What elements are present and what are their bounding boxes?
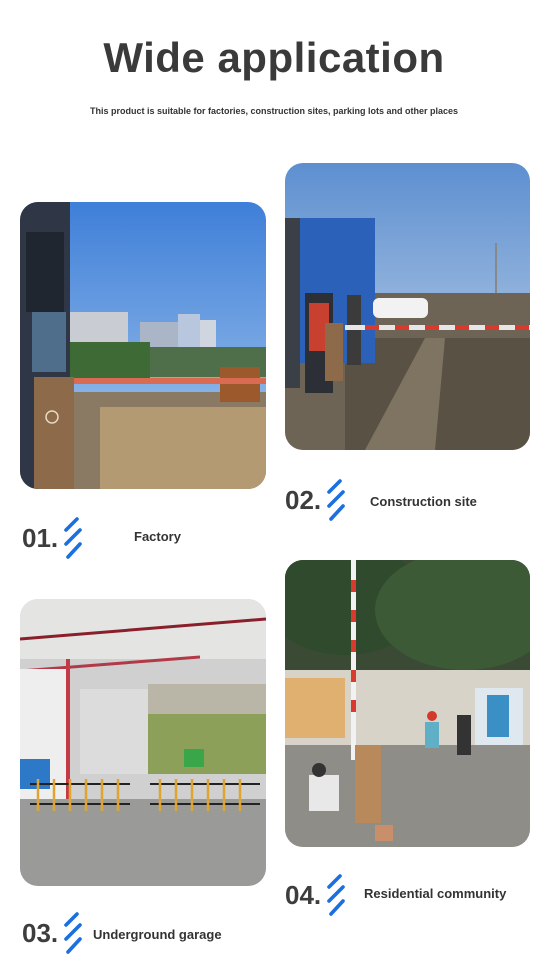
slash-stripes-icon bbox=[327, 479, 345, 521]
page-subtitle: This product is suitable for factories, … bbox=[89, 106, 459, 116]
item-label-construction: Construction site bbox=[370, 494, 477, 509]
item-number-03: 03. bbox=[22, 918, 59, 948]
slash-stripes-icon bbox=[64, 517, 82, 559]
factory-photo bbox=[20, 202, 266, 489]
construction-photo bbox=[285, 163, 530, 450]
item-label-garage: Underground garage bbox=[93, 927, 222, 942]
slash-stripes-icon bbox=[327, 874, 345, 916]
garage-photo bbox=[20, 599, 266, 886]
slash-stripes-icon bbox=[64, 912, 82, 954]
item-label-residential: Residential community bbox=[364, 886, 507, 901]
item-number-01: 01. bbox=[22, 523, 59, 553]
item-number-02: 02. bbox=[285, 485, 322, 515]
residential-photo bbox=[285, 560, 530, 847]
page-title: Wide application bbox=[103, 34, 445, 81]
item-number-04: 04. bbox=[285, 880, 322, 910]
item-label-factory: Factory bbox=[134, 529, 181, 544]
